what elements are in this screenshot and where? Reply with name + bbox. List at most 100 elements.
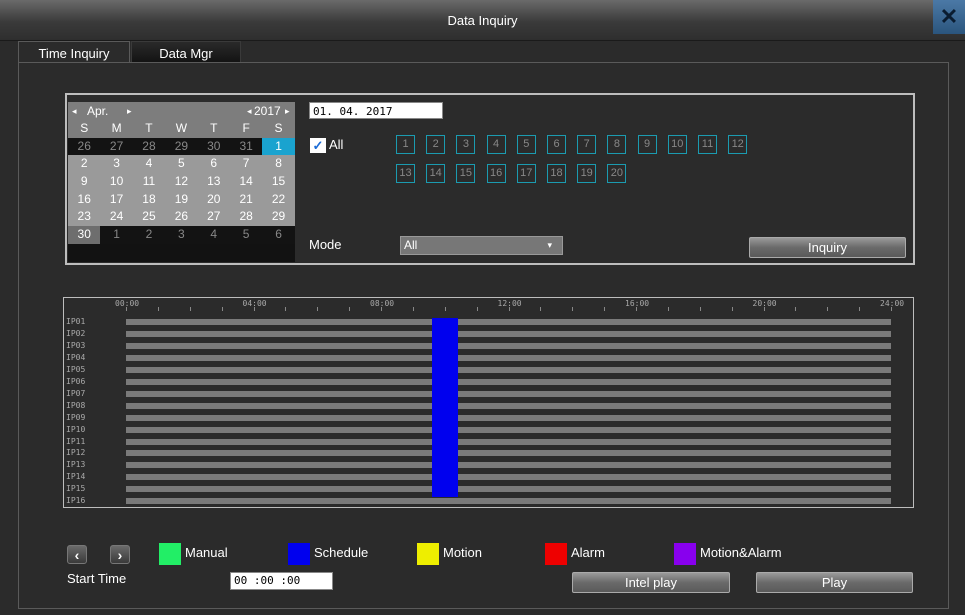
- calendar-day[interactable]: 1: [100, 226, 133, 244]
- calendar-day[interactable]: 13: [197, 173, 230, 191]
- channel-box-6[interactable]: 6: [547, 135, 566, 154]
- schedule-recording-segment[interactable]: [432, 485, 458, 498]
- calendar-day[interactable]: 3: [100, 155, 133, 174]
- timeline-track[interactable]: [126, 474, 891, 481]
- calendar-day[interactable]: 10: [100, 173, 133, 191]
- schedule-recording-segment[interactable]: [432, 318, 458, 330]
- timeline-track[interactable]: [126, 342, 891, 349]
- schedule-recording-segment[interactable]: [432, 401, 458, 414]
- calendar-day[interactable]: 11: [132, 173, 166, 191]
- timeline-track[interactable]: [126, 330, 891, 337]
- channel-box-15[interactable]: 15: [456, 164, 476, 183]
- schedule-recording-segment[interactable]: [432, 473, 458, 486]
- calendar-day[interactable]: 26: [165, 208, 198, 227]
- calendar-day[interactable]: 15: [262, 173, 295, 191]
- channel-box-11[interactable]: 11: [698, 135, 717, 154]
- calendar-day[interactable]: 26: [68, 137, 101, 156]
- channel-box-14[interactable]: 14: [426, 164, 446, 183]
- timeline-track[interactable]: [126, 498, 891, 505]
- start-time-field[interactable]: 00 :00 :00: [230, 572, 333, 590]
- channel-box-5[interactable]: 5: [516, 135, 536, 154]
- channel-box-9[interactable]: 9: [637, 135, 657, 154]
- prev-year-icon[interactable]: ◂: [247, 106, 252, 117]
- calendar-day[interactable]: 7: [229, 155, 263, 174]
- schedule-recording-segment[interactable]: [432, 377, 458, 390]
- timeline-track[interactable]: [126, 366, 891, 373]
- calendar-day[interactable]: 25: [132, 208, 166, 227]
- play-button[interactable]: Play: [756, 572, 913, 593]
- calendar-day[interactable]: 21: [229, 190, 263, 209]
- prev-page-button[interactable]: ‹: [67, 545, 87, 564]
- calendar-day[interactable]: 27: [197, 208, 230, 227]
- channel-box-2[interactable]: 2: [426, 135, 446, 154]
- timeline-track[interactable]: [126, 450, 891, 457]
- timeline-track[interactable]: [126, 426, 891, 433]
- next-month-icon[interactable]: ▸: [127, 106, 132, 117]
- calendar-day[interactable]: 28: [132, 137, 166, 156]
- channel-box-7[interactable]: 7: [577, 135, 597, 154]
- schedule-recording-segment[interactable]: [432, 353, 458, 366]
- timeline-track[interactable]: [126, 319, 891, 325]
- all-checkbox[interactable]: ✓: [310, 138, 326, 153]
- timeline-track[interactable]: [126, 354, 891, 361]
- calendar-day[interactable]: 30: [197, 137, 230, 156]
- calendar-day[interactable]: 4: [197, 226, 230, 244]
- calendar-day[interactable]: 2: [68, 155, 101, 174]
- calendar-day[interactable]: 2: [132, 226, 166, 244]
- calendar-day[interactable]: 23: [68, 208, 101, 227]
- timeline-track[interactable]: [126, 378, 891, 385]
- schedule-recording-segment[interactable]: [432, 365, 458, 378]
- calendar-day[interactable]: 24: [100, 208, 133, 227]
- channel-box-17[interactable]: 17: [516, 164, 536, 183]
- channel-box-19[interactable]: 19: [577, 164, 597, 183]
- intel-play-button[interactable]: Intel play: [572, 572, 730, 593]
- date-field[interactable]: 01. 04. 2017: [309, 102, 443, 119]
- channel-box-12[interactable]: 12: [728, 135, 748, 154]
- calendar-day[interactable]: 31: [229, 137, 263, 156]
- calendar-day[interactable]: 16: [68, 190, 101, 209]
- inquiry-button[interactable]: Inquiry: [749, 237, 906, 258]
- calendar-day[interactable]: 17: [100, 190, 133, 209]
- calendar-day[interactable]: 6: [262, 226, 295, 244]
- prev-month-icon[interactable]: ◂: [72, 106, 77, 117]
- calendar-day[interactable]: 12: [165, 173, 198, 191]
- calendar-day[interactable]: 5: [229, 226, 263, 244]
- schedule-recording-segment[interactable]: [432, 425, 458, 438]
- schedule-recording-segment[interactable]: [432, 461, 458, 474]
- timeline-track[interactable]: [126, 390, 891, 397]
- schedule-recording-segment[interactable]: [432, 437, 458, 450]
- timeline-track[interactable]: [126, 438, 891, 445]
- schedule-recording-segment[interactable]: [432, 449, 458, 462]
- schedule-recording-segment[interactable]: [432, 389, 458, 402]
- calendar-day[interactable]: 20: [197, 190, 230, 209]
- calendar-day[interactable]: 5: [165, 155, 198, 174]
- calendar-day[interactable]: 29: [165, 137, 198, 156]
- timeline-track[interactable]: [126, 402, 891, 409]
- schedule-recording-segment[interactable]: [432, 413, 458, 426]
- calendar-day[interactable]: 28: [229, 208, 263, 227]
- next-page-button[interactable]: ›: [110, 545, 130, 564]
- next-year-icon[interactable]: ▸: [285, 106, 290, 117]
- calendar-day[interactable]: 4: [132, 155, 166, 174]
- calendar-day[interactable]: 19: [165, 190, 198, 209]
- calendar-day[interactable]: 3: [165, 226, 198, 244]
- channel-box-8[interactable]: 8: [607, 135, 627, 154]
- channel-box-3[interactable]: 3: [456, 135, 476, 154]
- mode-select[interactable]: All ▾: [400, 236, 563, 255]
- calendar-day[interactable]: 18: [132, 190, 166, 209]
- close-icon[interactable]: ✕: [933, 0, 965, 34]
- timeline-track[interactable]: [126, 414, 891, 421]
- calendar-day[interactable]: 6: [197, 155, 230, 174]
- calendar-day[interactable]: 30: [68, 226, 101, 244]
- calendar-day[interactable]: 29: [262, 208, 295, 227]
- calendar-day[interactable]: 8: [262, 155, 295, 174]
- channel-box-18[interactable]: 18: [547, 164, 566, 183]
- timeline-track[interactable]: [126, 486, 891, 493]
- calendar-day[interactable]: 27: [100, 137, 133, 156]
- channel-box-20[interactable]: 20: [607, 164, 627, 183]
- channel-box-10[interactable]: 10: [667, 135, 687, 154]
- channel-box-1[interactable]: 1: [396, 135, 415, 154]
- channel-box-4[interactable]: 4: [486, 135, 506, 154]
- calendar-day[interactable]: 14: [229, 173, 263, 191]
- calendar-day[interactable]: 9: [68, 173, 101, 191]
